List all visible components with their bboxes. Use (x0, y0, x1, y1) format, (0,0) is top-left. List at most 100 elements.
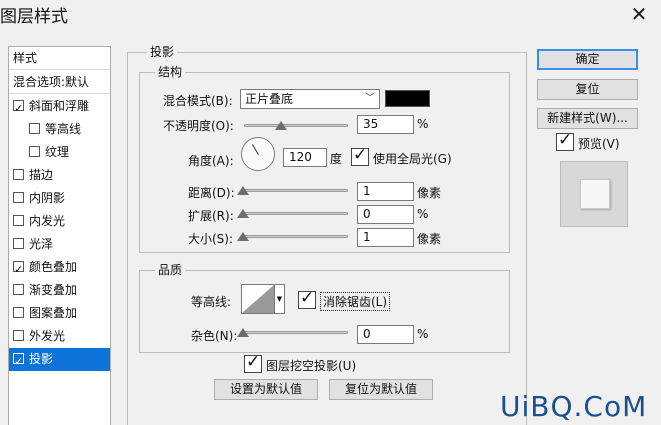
style-item-checkbox[interactable] (13, 330, 24, 341)
blend-mode-select[interactable]: 正片叠底 ﹀ (240, 89, 380, 109)
knockout-checkbox[interactable] (244, 352, 262, 373)
style-item-checkbox[interactable] (13, 169, 24, 180)
style-item-label: 颜色叠加 (29, 260, 78, 274)
global-light-checkbox[interactable] (351, 145, 369, 166)
noise-unit: % (417, 327, 429, 341)
size-input[interactable]: 1 (357, 228, 414, 247)
drop-shadow-legend: 投影 (147, 43, 178, 60)
spread-slider-thumb[interactable] (237, 209, 249, 218)
style-item[interactable]: 等高线 (9, 118, 110, 141)
style-item[interactable]: 颜色叠加 (9, 256, 110, 281)
style-item-label: 外发光 (29, 329, 66, 343)
distance-input[interactable]: 1 (357, 182, 414, 201)
style-item[interactable]: 外发光 (9, 325, 110, 348)
close-icon[interactable]: ✕ (628, 2, 650, 26)
opacity-slider[interactable] (244, 124, 348, 127)
distance-slider[interactable] (244, 189, 348, 192)
knockout-label: 图层挖空投影(U) (266, 359, 357, 373)
style-item-label: 斜面和浮雕 (29, 99, 90, 113)
distance-label: 距离(D): (188, 186, 235, 200)
contour-curve-icon (242, 285, 274, 313)
style-item-label: 图案叠加 (29, 306, 78, 320)
contour-label: 等高线: (191, 295, 232, 309)
opacity-unit: % (417, 117, 429, 131)
blend-mode-label: 混合模式(B): (163, 94, 233, 108)
style-item[interactable]: 投影 (9, 348, 110, 373)
style-item-label: 纹理 (45, 145, 70, 159)
blend-options-item[interactable]: 混合选项:默认 (9, 71, 110, 94)
ok-button[interactable]: 确定 (537, 49, 638, 70)
size-label: 大小(S): (188, 232, 234, 246)
style-item-checkbox[interactable] (13, 284, 24, 295)
size-slider[interactable] (244, 235, 348, 238)
style-item[interactable]: 斜面和浮雕 (9, 95, 110, 120)
angle-label: 角度(A): (188, 154, 234, 168)
noise-slider[interactable] (244, 331, 348, 334)
style-item[interactable]: 描边 (9, 164, 110, 187)
antialias-label: 消除锯齿(L) (320, 292, 391, 311)
blend-mode-value: 正片叠底 (245, 92, 294, 106)
style-item[interactable]: 内阴影 (9, 187, 110, 210)
style-item-label: 内阴影 (29, 191, 66, 205)
style-preview-swatch (580, 179, 610, 209)
opacity-label: 不透明度(O): (163, 119, 234, 133)
reset-button[interactable]: 复位 (537, 79, 638, 100)
distance-slider-thumb[interactable] (237, 186, 249, 195)
style-item[interactable]: 光泽 (9, 233, 110, 256)
style-item[interactable]: 纹理 (9, 141, 110, 164)
style-item-checkbox[interactable] (13, 215, 24, 226)
opacity-slider-thumb[interactable] (275, 121, 287, 130)
reset-default-button[interactable]: 复位为默认值 (329, 379, 433, 400)
angle-input[interactable]: 120 (283, 148, 327, 167)
new-style-button[interactable]: 新建样式(W)... (537, 108, 638, 129)
style-item-label: 描边 (29, 168, 54, 182)
contour-dropdown[interactable]: ▼ (275, 284, 285, 314)
style-item-label: 内发光 (29, 214, 66, 228)
opacity-input[interactable]: 35 (357, 115, 414, 134)
size-slider-thumb[interactable] (237, 232, 249, 241)
preview-checkbox[interactable] (556, 130, 574, 151)
noise-slider-thumb[interactable] (237, 328, 249, 337)
style-item-checkbox[interactable] (29, 146, 40, 157)
spread-input[interactable]: 0 (357, 205, 414, 224)
styles-header[interactable]: 样式 (9, 47, 110, 70)
style-item-checkbox[interactable] (13, 97, 24, 120)
style-item-label: 等高线 (45, 122, 82, 136)
angle-dial[interactable] (241, 137, 275, 171)
noise-label: 杂色(N): (191, 329, 238, 343)
shadow-color-swatch[interactable] (385, 90, 430, 107)
style-preview (560, 161, 628, 227)
make-default-button[interactable]: 设置为默认值 (214, 379, 318, 400)
spread-unit: % (417, 207, 429, 221)
chevron-down-icon: ﹀ (365, 93, 375, 104)
style-item-checkbox[interactable] (13, 307, 24, 318)
distance-unit: 像素 (417, 186, 442, 200)
size-unit: 像素 (417, 232, 442, 246)
contour-picker[interactable] (241, 284, 275, 314)
style-item-label: 光泽 (29, 237, 54, 251)
style-item-checkbox[interactable] (13, 258, 24, 281)
antialias-checkbox[interactable] (298, 288, 316, 309)
style-item-checkbox[interactable] (13, 238, 24, 249)
style-item-label: 渐变叠加 (29, 283, 78, 297)
style-item-checkbox[interactable] (29, 123, 40, 134)
structure-legend: 结构 (155, 63, 186, 80)
style-item-checkbox[interactable] (13, 350, 24, 373)
style-item-checkbox[interactable] (13, 192, 24, 203)
quality-legend: 品质 (155, 261, 186, 278)
spread-label: 扩展(R): (188, 209, 234, 223)
dialog-title: 图层样式 (0, 7, 68, 27)
angle-indicator (252, 144, 259, 155)
preview-label: 预览(V) (578, 137, 620, 151)
style-item[interactable]: 图案叠加 (9, 302, 110, 325)
angle-unit: 度 (330, 152, 343, 166)
styles-list: 样式 混合选项:默认 斜面和浮雕等高线纹理描边内阴影内发光光泽颜色叠加渐变叠加图… (8, 46, 111, 425)
style-item[interactable]: 渐变叠加 (9, 279, 110, 302)
watermark-logo: UiBQ.CoM (500, 390, 648, 423)
noise-input[interactable]: 0 (357, 325, 414, 344)
style-item-label: 投影 (29, 352, 54, 366)
style-item[interactable]: 内发光 (9, 210, 110, 233)
triangle-down-icon: ▼ (276, 295, 283, 303)
global-light-label: 使用全局光(G) (373, 152, 452, 166)
spread-slider[interactable] (244, 212, 348, 215)
